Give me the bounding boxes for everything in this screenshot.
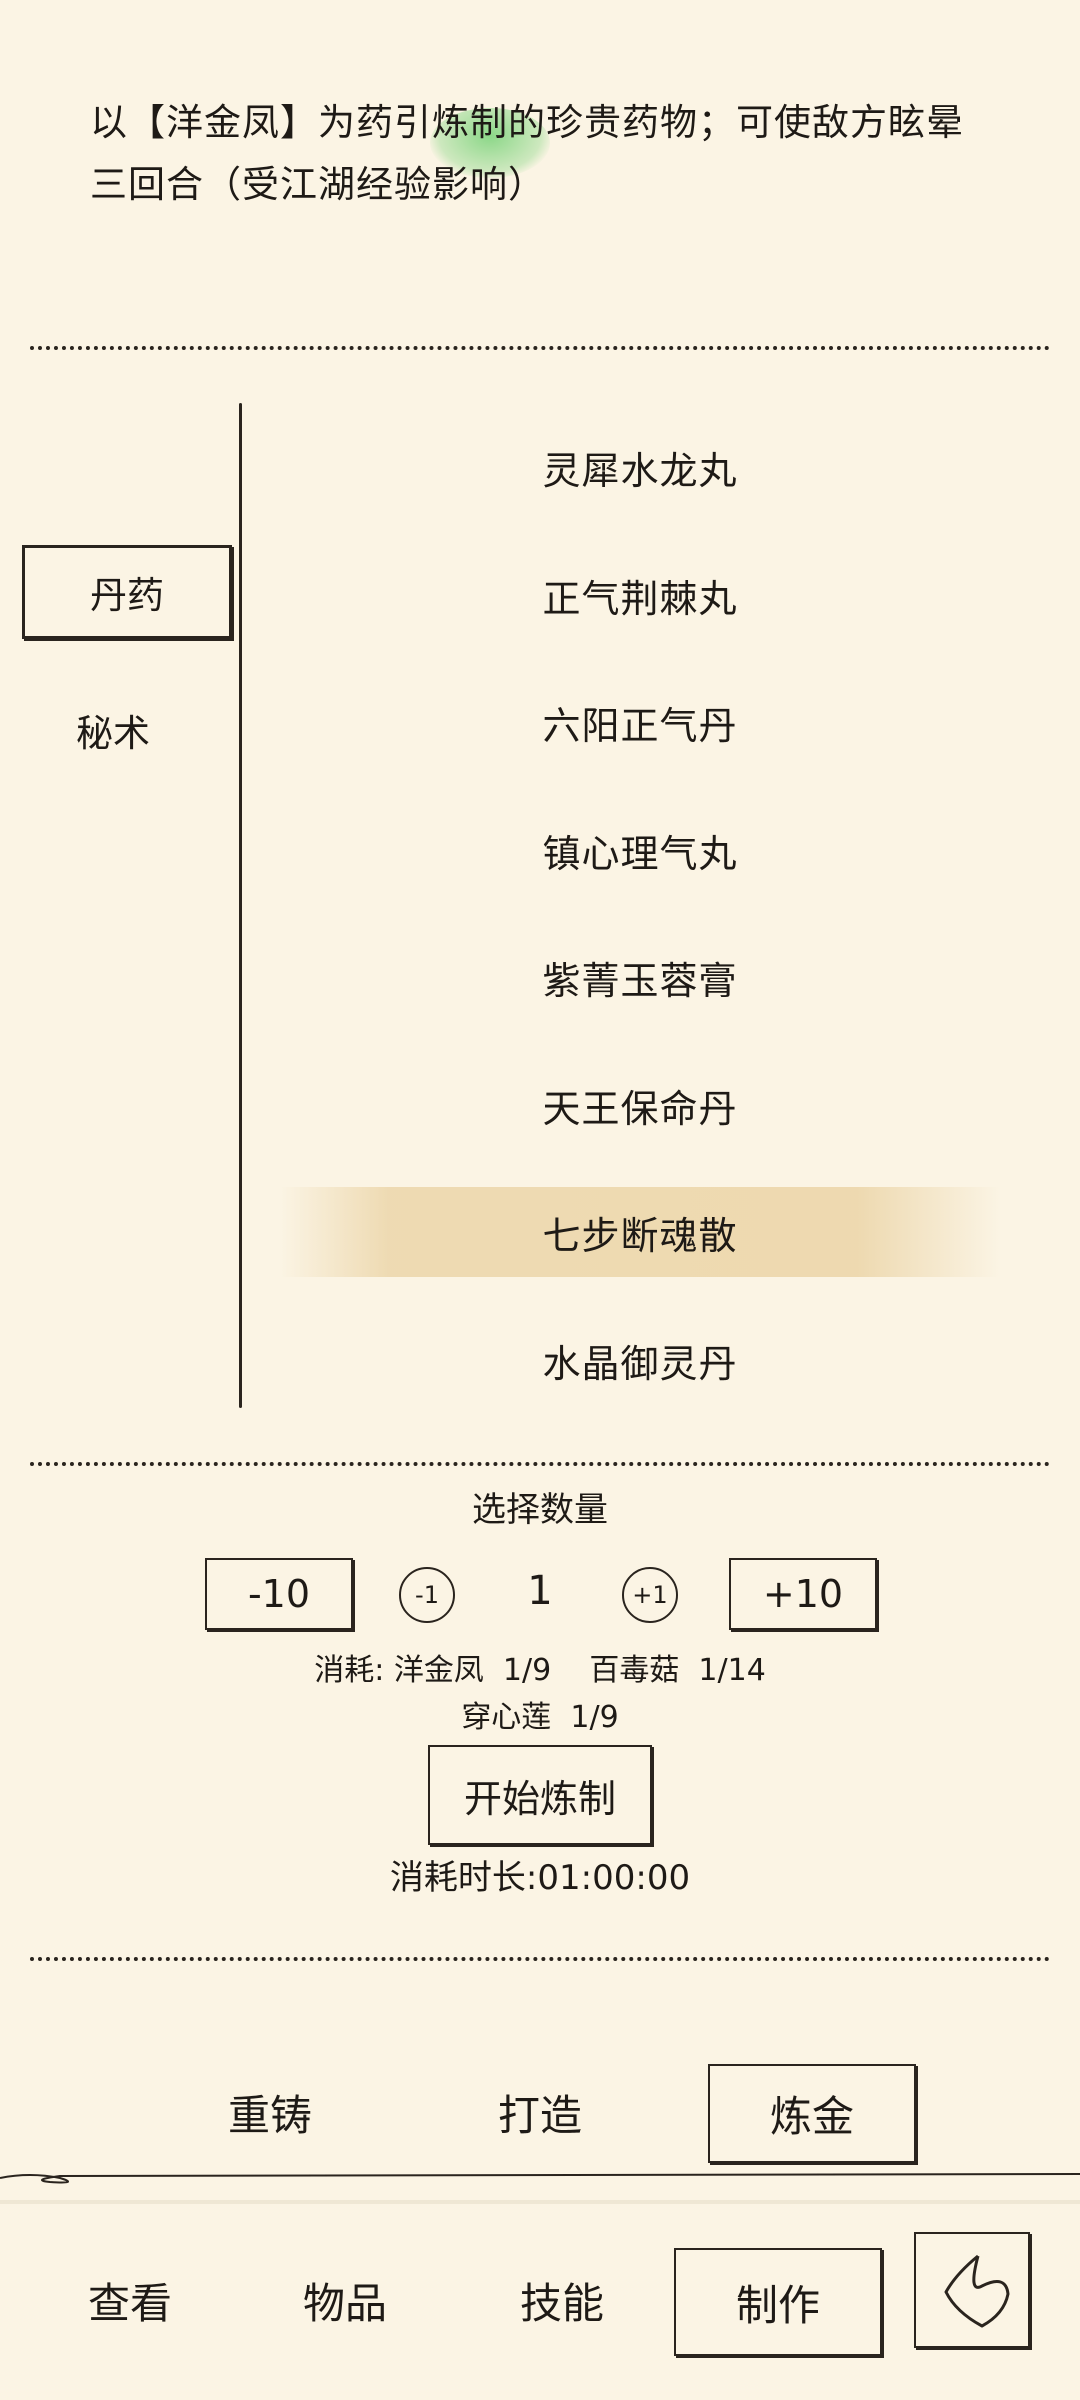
nav-label: 物品 (302, 2278, 387, 2328)
minus-10-button[interactable]: -10 (205, 1558, 353, 1630)
item-description: 以【洋金凤】为药引炼制的珍贵药物；可使敌方眩晕 三回合（受江湖经验影响） (90, 92, 1010, 216)
nav-separator (0, 2200, 1080, 2204)
craft-duration: 消耗时长:01:00:00 (389, 1858, 691, 1898)
back-arrow-icon (944, 2254, 1010, 2328)
description-line-1: 以【洋金凤】为药引炼制的珍贵药物；可使敌方眩晕 (90, 101, 964, 144)
tab-forge[interactable]: 打造 (465, 2065, 615, 2160)
back-button[interactable] (914, 2232, 1030, 2348)
minus-10-label: -10 (247, 1572, 311, 1616)
cost-line-1: 消耗: 洋金凤 1/9 百毒菇 1/14 (314, 1653, 766, 1688)
plus-1-button[interactable]: +1 (622, 1567, 678, 1623)
cost-line-2: 穿心莲 1/9 (461, 1700, 619, 1735)
recipe-item[interactable]: 灵犀水龙丸 (280, 422, 1000, 512)
category-tab-secret-arts[interactable]: 秘术 (38, 690, 188, 770)
tab-reforge[interactable]: 重铸 (195, 2065, 345, 2160)
recipe-item[interactable]: 天王保命丹 (280, 1060, 1000, 1150)
recipe-label: 灵犀水龙丸 (542, 448, 738, 493)
recipe-label: 六阳正气丹 (542, 703, 738, 748)
tab-label: 重铸 (227, 2091, 312, 2140)
divider-bottom (30, 1957, 1050, 1961)
description-line-2: 三回合（受江湖经验影响） (90, 163, 546, 206)
category-tab-pills[interactable]: 丹药 (22, 545, 232, 639)
tab-alchemy[interactable]: 炼金 (708, 2064, 916, 2163)
recipe-item[interactable]: 水晶御灵丹 (280, 1315, 1000, 1405)
nav-label: 技能 (519, 2278, 604, 2328)
minus-1-button[interactable]: -1 (399, 1567, 455, 1623)
tab-label: 炼金 (769, 2092, 854, 2141)
nav-view[interactable]: 查看 (60, 2252, 200, 2348)
plus-10-button[interactable]: +10 (729, 1558, 877, 1630)
nav-label: 制作 (735, 2280, 820, 2330)
tab-label: 打造 (497, 2091, 582, 2140)
nav-craft[interactable]: 制作 (674, 2248, 882, 2356)
recipe-item[interactable]: 六阳正气丹 (280, 677, 1000, 767)
recipe-item[interactable]: 紫菁玉蓉膏 (280, 932, 1000, 1022)
nav-skills[interactable]: 技能 (492, 2252, 632, 2348)
category-label: 丹药 (90, 574, 164, 617)
divider-top (30, 346, 1050, 350)
quantity-value: 1 (527, 1568, 553, 1614)
recipe-item[interactable]: 正气荆棘丸 (280, 550, 1000, 640)
recipe-label: 水晶御灵丹 (542, 1341, 738, 1386)
minus-1-label: -1 (415, 1581, 439, 1609)
recipe-item[interactable]: 镇心理气丸 (280, 805, 1000, 895)
recipe-label: 紫菁玉蓉膏 (542, 958, 738, 1003)
quantity-title: 选择数量 (472, 1490, 608, 1530)
recipe-label: 七步断魂散 (542, 1213, 738, 1258)
category-label: 秘术 (76, 712, 150, 755)
plus-10-label: +10 (762, 1572, 844, 1616)
recipe-label: 正气荆棘丸 (542, 576, 738, 621)
plus-1-label: +1 (632, 1581, 668, 1609)
recipe-item-selected[interactable]: 七步断魂散 (280, 1187, 1000, 1277)
recipe-label: 镇心理气丸 (542, 831, 738, 876)
recipe-label: 天王保命丹 (542, 1086, 738, 1131)
brush-divider (0, 2173, 1080, 2184)
category-divider-line (239, 403, 242, 1408)
divider-middle (30, 1462, 1050, 1466)
start-craft-button[interactable]: 开始炼制 (428, 1745, 652, 1845)
start-craft-label: 开始炼制 (463, 1776, 616, 1821)
nav-items[interactable]: 物品 (275, 2252, 415, 2348)
nav-label: 查看 (87, 2278, 172, 2328)
